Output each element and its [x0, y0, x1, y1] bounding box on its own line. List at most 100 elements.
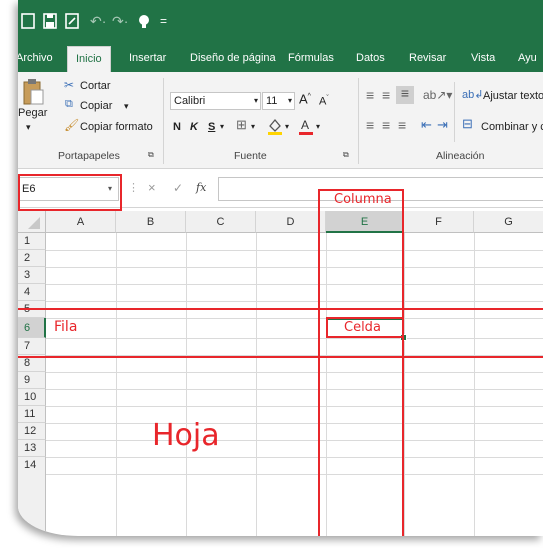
row-header-10[interactable]: 10	[18, 389, 46, 406]
cut-button[interactable]: Cortar	[80, 79, 111, 93]
tab-vista[interactable]: Vista	[471, 50, 495, 66]
paste-icon[interactable]	[22, 78, 44, 106]
excel-logo-icon	[21, 13, 35, 29]
gridline	[46, 406, 543, 407]
increase-indent-icon[interactable]: ⇥	[437, 118, 448, 132]
gridline	[46, 267, 543, 268]
tab-diseno-pagina[interactable]: Diseño de página	[190, 50, 276, 66]
row-header-9[interactable]: 9	[18, 372, 46, 389]
row-header-4[interactable]: 4	[18, 284, 46, 301]
wrap-text-button[interactable]: Ajustar texto	[483, 89, 543, 103]
shrink-font-icon[interactable]: Aˇ	[319, 92, 329, 109]
copy-button[interactable]: Copiar	[80, 99, 112, 113]
tab-ayuda[interactable]: Ayu	[518, 50, 537, 66]
tab-datos[interactable]: Datos	[356, 50, 385, 66]
grow-font-icon[interactable]: A^	[299, 90, 311, 106]
tab-insertar[interactable]: Insertar	[129, 50, 166, 66]
ribbon: Pegar ▾ ✂ Cortar ⧉ Copiar ▾ 🖌 Copiar for…	[18, 72, 543, 169]
orientation-icon[interactable]: ab↗▾	[423, 88, 452, 102]
column-header-f[interactable]: F	[404, 211, 474, 233]
column-header-c[interactable]: C	[186, 211, 256, 233]
copy-dropdown-icon[interactable]: ▾	[124, 99, 129, 113]
format-painter-button[interactable]: Copiar formato	[80, 120, 153, 134]
gridline	[46, 457, 543, 458]
enter-icon[interactable]: ✓	[173, 181, 183, 195]
name-box-highlight	[18, 174, 122, 211]
row-header-13[interactable]: 13	[18, 440, 46, 457]
paste-dropdown-icon[interactable]: ▾	[26, 120, 31, 134]
chevron-down-icon[interactable]: ▾	[251, 120, 255, 134]
title-bar: ↶· ↷· =	[18, 0, 543, 44]
font-size-select[interactable]: 11 ▾	[262, 92, 295, 110]
align-left-icon[interactable]: ≡	[366, 118, 374, 132]
customize-toolbar-icon[interactable]: =	[160, 12, 167, 30]
row-annotation: Fila	[54, 319, 78, 335]
gridline	[46, 474, 543, 475]
row-header-3[interactable]: 3	[18, 267, 46, 284]
column-header-a[interactable]: A	[46, 211, 116, 233]
font-name-value: Calibri	[174, 95, 206, 107]
decrease-indent-icon[interactable]: ⇤	[421, 118, 432, 132]
align-middle-icon[interactable]: ≡	[382, 88, 390, 102]
gridline	[46, 423, 543, 424]
svg-text:A: A	[301, 118, 309, 132]
row-header-14[interactable]: 14	[18, 457, 46, 536]
align-right-icon[interactable]: ≡	[398, 118, 406, 132]
select-all-corner[interactable]	[18, 211, 46, 233]
tab-inicio[interactable]: Inicio	[67, 46, 111, 73]
touch-mode-icon[interactable]	[136, 12, 152, 30]
underline-button[interactable]: S	[208, 120, 215, 134]
chevron-down-icon[interactable]: ▾	[316, 120, 320, 134]
column-highlight	[318, 189, 404, 536]
borders-icon[interactable]: ⊞	[236, 118, 247, 132]
save-icon[interactable]	[42, 12, 58, 30]
gridline	[46, 389, 543, 390]
wrap-text-icon: ab↲	[462, 89, 484, 101]
font-size-value: 11	[266, 95, 278, 107]
format-painter-icon: 🖌	[64, 118, 80, 132]
clipboard-launcher-icon[interactable]: ⧉	[148, 150, 154, 160]
gridline	[46, 301, 543, 302]
chevron-down-icon[interactable]: ▾	[220, 120, 224, 134]
chevron-down-icon: ▾	[253, 96, 258, 105]
row-header-12[interactable]: 12	[18, 423, 46, 440]
tab-revisar[interactable]: Revisar	[409, 50, 446, 66]
chevron-down-icon[interactable]: ▾	[285, 120, 289, 134]
gridline	[256, 233, 257, 536]
save-as-icon[interactable]	[64, 12, 80, 30]
chevron-down-icon: ▾	[287, 96, 292, 105]
bold-button[interactable]: N	[173, 120, 181, 134]
row-highlight	[18, 308, 543, 358]
column-header-g[interactable]: G	[474, 211, 543, 233]
column-header-b[interactable]: B	[116, 211, 186, 233]
redo-icon[interactable]: ↷·	[112, 12, 128, 30]
align-center-icon[interactable]: ≡	[382, 118, 390, 132]
row-header-11[interactable]: 11	[18, 406, 46, 423]
merge-button[interactable]: Combinar y c	[481, 120, 543, 134]
group-font-label: Fuente	[234, 150, 267, 162]
font-name-select[interactable]: Calibri ▾	[170, 92, 261, 110]
cancel-icon[interactable]: ×	[148, 181, 156, 195]
align-top-icon[interactable]: ≡	[366, 88, 374, 102]
italic-button[interactable]: K	[190, 120, 198, 134]
splitter-icon[interactable]: ⋮	[128, 181, 139, 195]
gridline	[404, 233, 405, 536]
font-launcher-icon[interactable]: ⧉	[343, 150, 349, 160]
tab-formulas[interactable]: Fórmulas	[288, 50, 334, 66]
divider	[454, 82, 455, 142]
insert-function-icon[interactable]: fx	[196, 181, 206, 195]
merge-icon: ⊟	[462, 116, 473, 131]
column-header-d[interactable]: D	[256, 211, 326, 233]
undo-icon[interactable]: ↶·	[90, 12, 106, 30]
gridline	[46, 372, 543, 373]
paste-button[interactable]: Pegar	[18, 106, 47, 120]
fill-color-icon[interactable]	[266, 116, 284, 136]
gridline	[474, 233, 475, 536]
row-header-2[interactable]: 2	[18, 250, 46, 267]
row-header-1[interactable]: 1	[18, 233, 46, 250]
copy-icon: ⧉	[65, 98, 73, 110]
tab-archivo[interactable]: Archivo	[18, 50, 53, 66]
sheet-annotation: Hoja	[152, 418, 220, 453]
align-bottom-icon[interactable]: ≡	[396, 86, 414, 104]
font-color-icon[interactable]: A	[298, 116, 314, 136]
